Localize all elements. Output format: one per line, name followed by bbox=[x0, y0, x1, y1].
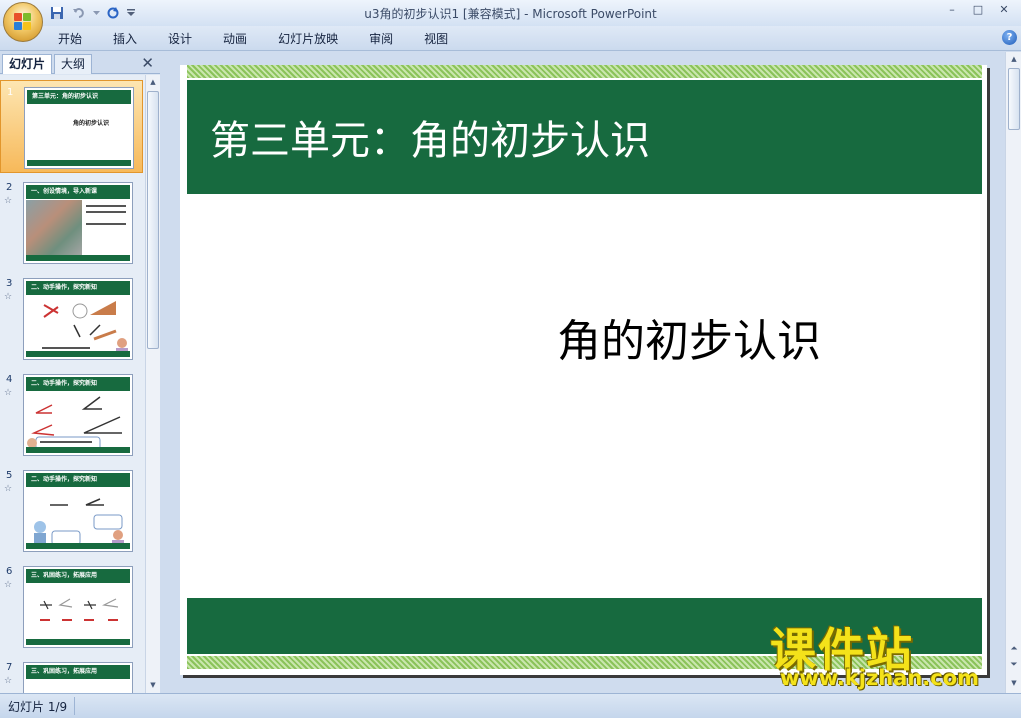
thumbnail-preview: 二、动手操作，探究新知 bbox=[23, 470, 133, 552]
animation-star-icon: ☆ bbox=[4, 676, 13, 686]
thumbnail-preview: 三、巩固练习，拓展应用 bbox=[23, 566, 133, 648]
scroll-up-icon[interactable]: ▲ bbox=[1009, 54, 1019, 64]
slide-indicator: 幻灯片 1/9 bbox=[8, 700, 68, 714]
thumbnail-title: 第三单元：角的初步认识 bbox=[27, 90, 131, 104]
thumbnail-title: 一、创设情境，导入新课 bbox=[26, 185, 130, 199]
thumbnail-text-lines bbox=[86, 205, 126, 207]
thumbnail-preview: 三、巩固练习，拓展应用 bbox=[23, 662, 133, 693]
help-icon[interactable]: ? bbox=[1002, 30, 1017, 45]
animation-star-icon: ☆ bbox=[4, 292, 13, 302]
slide-canvas[interactable]: 第三单元：角的初步认识 角的初步认识 bbox=[180, 65, 987, 675]
slide-scrollbar[interactable]: ▲ ⏶ ⏷ ▼ bbox=[1005, 52, 1021, 693]
thumbnail-preview: 二、动手操作，探究新知 bbox=[23, 374, 133, 456]
slide-subtitle[interactable]: 角的初步认识 bbox=[557, 305, 821, 369]
ribbon-tabs: 开始 插入 设计 动画 幻灯片放映 审阅 视图 ? bbox=[0, 26, 1021, 51]
title-bar: u3角的初步认识1 [兼容模式] - Microsoft PowerPoint … bbox=[0, 0, 1021, 26]
slide-number: 7 bbox=[6, 662, 13, 673]
thumbnail-title: 三、巩固练习，拓展应用 bbox=[26, 569, 130, 583]
close-button[interactable]: ✕ bbox=[991, 0, 1017, 18]
tab-view[interactable]: 视图 bbox=[412, 30, 460, 48]
slide-thumbnail-5[interactable]: 5 ☆ 二、动手操作，探究新知 bbox=[0, 464, 143, 557]
slide-number: 3 bbox=[6, 278, 13, 289]
thumbnail-title: 二、动手操作，探究新知 bbox=[26, 473, 130, 487]
animation-star-icon: ☆ bbox=[4, 388, 13, 398]
animation-star-icon: ☆ bbox=[4, 196, 13, 206]
thumbnail-footer bbox=[26, 255, 130, 261]
slide-number: 4 bbox=[6, 374, 13, 385]
slide-thumbnail-3[interactable]: 3 ☆ 二、动手操作，探究新知 bbox=[0, 272, 143, 365]
thumbnail-footer bbox=[26, 351, 130, 357]
thumbnail-figures bbox=[27, 396, 122, 452]
scroll-down-icon[interactable]: ▼ bbox=[148, 680, 158, 690]
status-bar: 幻灯片 1/9 bbox=[0, 693, 1021, 718]
scrollbar-thumb[interactable] bbox=[147, 91, 159, 349]
slide-number: 2 bbox=[6, 182, 13, 193]
thumbnail-footer bbox=[26, 447, 130, 453]
slide-thumbnail-4[interactable]: 4 ☆ 二、动手操作，探究新知 bbox=[0, 368, 143, 461]
status-divider bbox=[74, 697, 75, 715]
slide-title[interactable]: 第三单元：角的初步认识 bbox=[210, 108, 650, 166]
slide-number: 1 bbox=[7, 87, 14, 98]
tab-home[interactable]: 开始 bbox=[46, 30, 94, 48]
slides-pane: 幻灯片 大纲 ✕ 1 第三单元：角的初步认识 角的初步认识 2 ☆ 一、创设情境… bbox=[0, 52, 160, 693]
top-stripe bbox=[187, 65, 982, 78]
window-title: u3角的初步认识1 [兼容模式] - Microsoft PowerPoint bbox=[364, 7, 657, 21]
slide-number: 5 bbox=[6, 470, 13, 481]
title-band: 第三单元：角的初步认识 bbox=[187, 80, 982, 194]
slide-thumbnail-2[interactable]: 2 ☆ 一、创设情境，导入新课 bbox=[0, 176, 143, 269]
slide-thumbnail-1[interactable]: 1 第三单元：角的初步认识 角的初步认识 bbox=[0, 80, 143, 173]
thumbnail-footer bbox=[26, 543, 130, 549]
tab-insert[interactable]: 插入 bbox=[101, 30, 149, 48]
slide-editor: 第三单元：角的初步认识 角的初步认识 bbox=[161, 52, 1005, 693]
minimize-button[interactable]: – bbox=[939, 0, 965, 18]
animation-star-icon: ☆ bbox=[4, 484, 13, 494]
animation-star-icon: ☆ bbox=[4, 580, 13, 590]
thumbnail-footer bbox=[27, 160, 131, 166]
thumbnail-title: 二、动手操作，探究新知 bbox=[26, 281, 130, 295]
slide-number: 6 bbox=[6, 566, 13, 577]
tab-slideshow[interactable]: 幻灯片放映 bbox=[266, 30, 350, 48]
thumbnail-photo bbox=[26, 200, 82, 256]
thumbnail-figures bbox=[40, 598, 119, 621]
tab-outline[interactable]: 大纲 bbox=[54, 54, 93, 74]
thumbnail-scrollbar[interactable]: ▲ ▼ bbox=[145, 75, 160, 693]
watermark-url: www.kjzhan.com bbox=[780, 666, 980, 690]
thumbnail-caption: 角的初步认识 bbox=[73, 120, 110, 127]
tab-slides[interactable]: 幻灯片 bbox=[2, 54, 53, 74]
thumbnail-title: 二、动手操作，探究新知 bbox=[26, 377, 130, 391]
next-slide-icon[interactable]: ⏷ bbox=[1009, 660, 1019, 670]
thumbnail-figures bbox=[34, 498, 124, 549]
office-logo-icon bbox=[14, 13, 32, 31]
scroll-up-icon[interactable]: ▲ bbox=[148, 77, 158, 87]
thumbnail-footer bbox=[26, 639, 130, 645]
thumbnail-preview: 二、动手操作，探究新知 bbox=[23, 278, 133, 360]
thumbnail-preview: 一、创设情境，导入新课 bbox=[23, 182, 133, 264]
tab-animation[interactable]: 动画 bbox=[211, 30, 259, 48]
scrollbar-thumb[interactable] bbox=[1008, 68, 1020, 130]
office-button[interactable] bbox=[3, 2, 43, 42]
slide-thumbnail-7[interactable]: 7 ☆ 三、巩固练习，拓展应用 bbox=[0, 656, 143, 693]
thumbnail-title: 三、巩固练习，拓展应用 bbox=[26, 665, 130, 679]
thumbnail-preview: 第三单元：角的初步认识 角的初步认识 bbox=[24, 87, 134, 169]
thumbnail-figures bbox=[42, 301, 128, 357]
slide-thumbnail-list: 1 第三单元：角的初步认识 角的初步认识 2 ☆ 一、创设情境，导入新课 3 ☆… bbox=[0, 75, 145, 693]
maximize-button[interactable]: □ bbox=[965, 0, 991, 18]
window-controls: – □ ✕ bbox=[939, 0, 1017, 18]
pane-tabs: 幻灯片 大纲 ✕ bbox=[0, 52, 160, 74]
previous-slide-icon[interactable]: ⏶ bbox=[1009, 644, 1019, 654]
scroll-down-icon[interactable]: ▼ bbox=[1009, 678, 1019, 688]
slide-thumbnail-6[interactable]: 6 ☆ 三、巩固练习，拓展应用 bbox=[0, 560, 143, 653]
tab-design[interactable]: 设计 bbox=[156, 30, 204, 48]
tab-review[interactable]: 审阅 bbox=[357, 30, 405, 48]
close-pane-icon[interactable]: ✕ bbox=[141, 54, 154, 72]
